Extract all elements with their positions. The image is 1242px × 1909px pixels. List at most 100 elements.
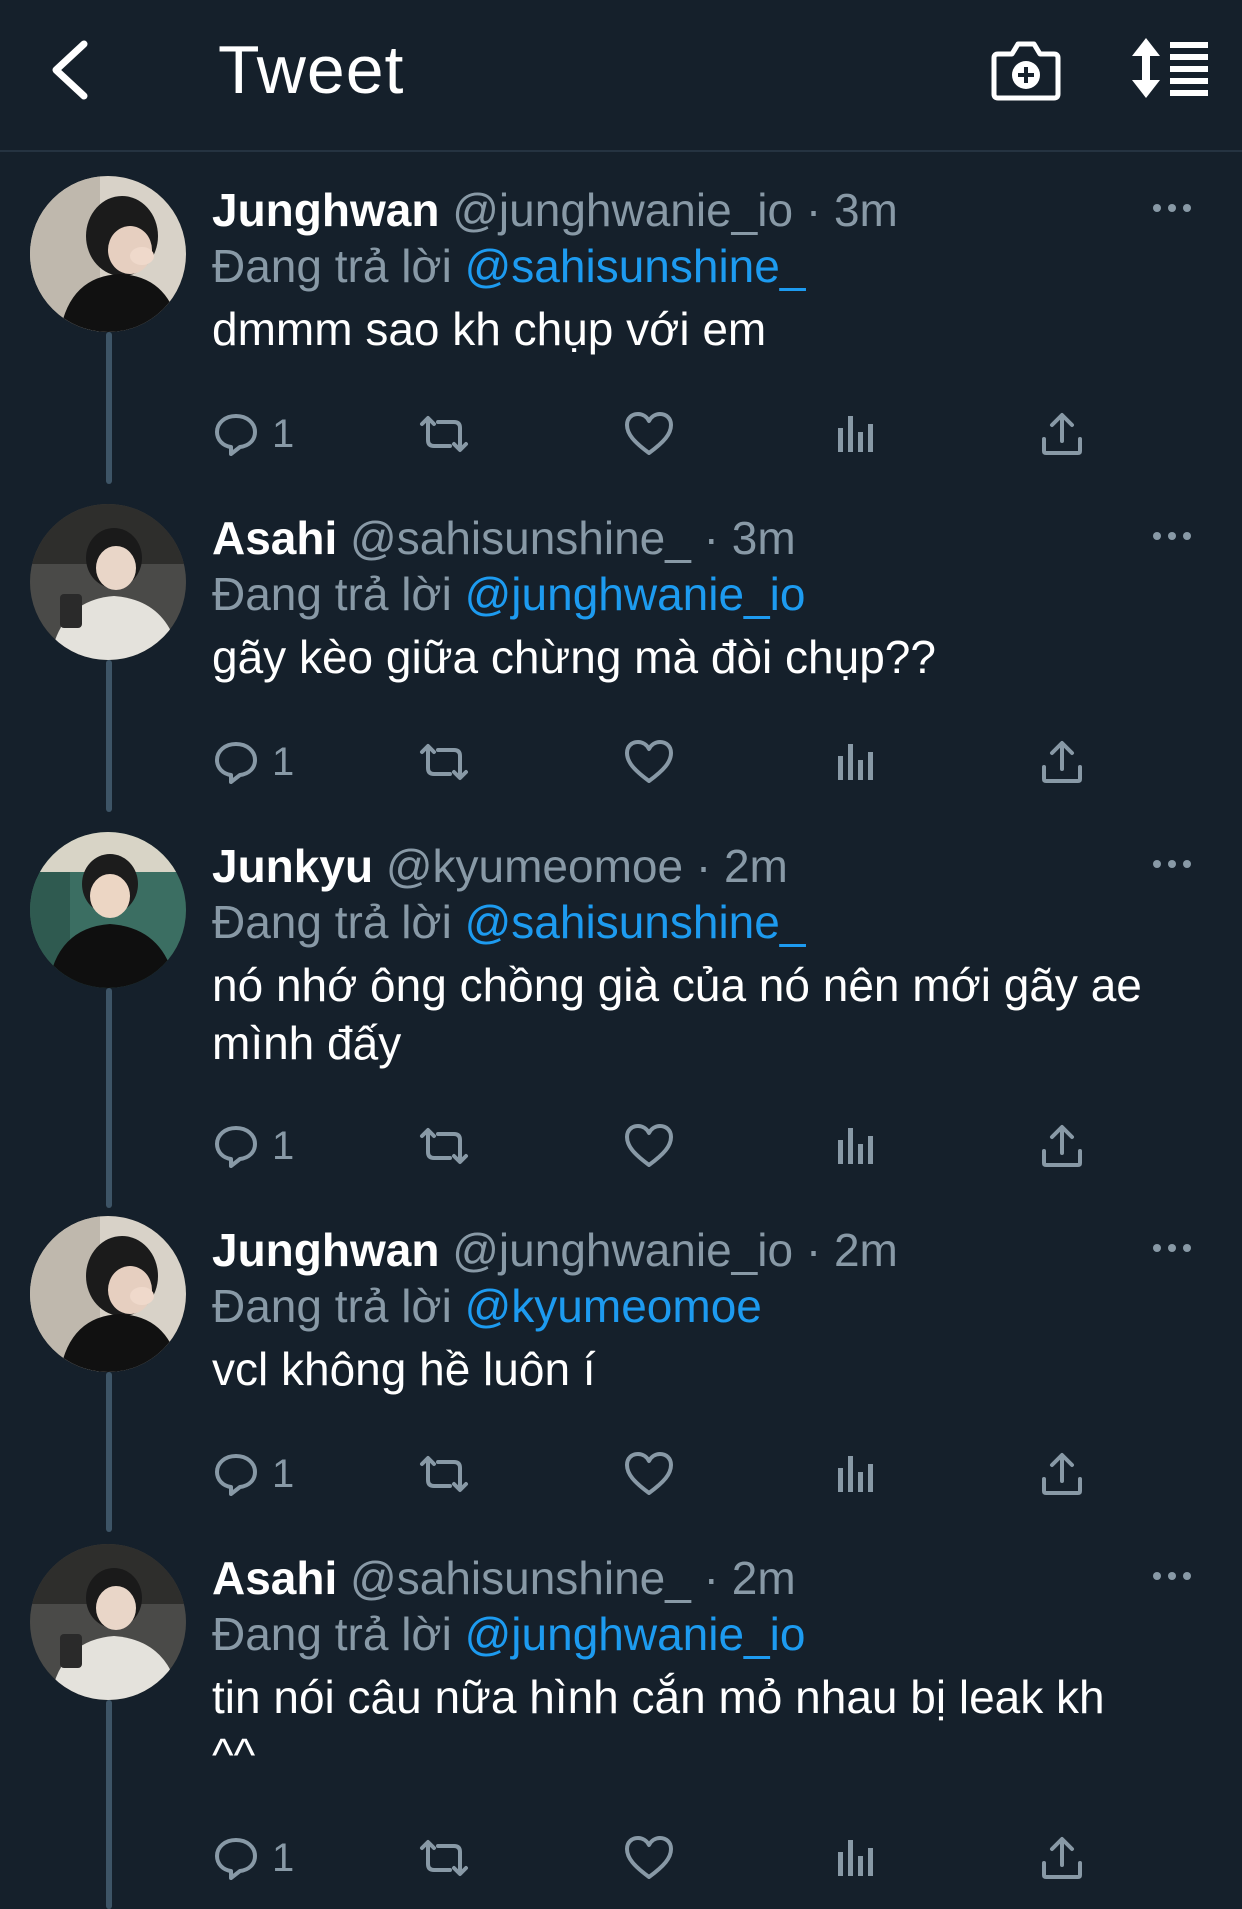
tweet[interactable]: Asahi @sahisunshine_ · 3m Đang trả lời @… [0,480,1242,800]
more-dots-icon [1153,1244,1191,1252]
heart-icon [625,1452,673,1495]
top-bar: Tweet [0,0,1242,152]
mention-link[interactable]: @sahisunshine_ [465,896,806,948]
retweet-icon [420,1840,468,1876]
more-options-button[interactable] [1142,1556,1202,1596]
back-button[interactable] [40,30,100,110]
tweet-text: dmmm sao kh chụp với em [212,300,1212,358]
retweet-button[interactable] [416,1116,472,1176]
avatar[interactable] [30,504,186,660]
share-icon [1042,1125,1082,1167]
tweet-text-line: nó nhớ ông chồng già của nó nên mới gãy … [212,959,1142,1011]
share-button[interactable] [1040,732,1084,792]
heart-icon [625,1836,673,1879]
display-name[interactable]: Asahi [212,1552,337,1604]
more-options-button[interactable] [1142,188,1202,228]
camera-button[interactable] [990,36,1062,102]
tweet-text-line: gãy kèo giữa chừng mà đòi chụp?? [212,631,936,683]
user-handle[interactable]: @kyumeomoe [386,840,683,892]
user-handle[interactable]: @sahisunshine_ [350,1552,691,1604]
separator-dot: · [805,184,822,236]
reply-button[interactable]: 1 [212,404,294,464]
display-name[interactable]: Junghwan [212,184,439,236]
display-name[interactable]: Junghwan [212,1224,439,1276]
heart-icon [625,740,673,783]
analytics-icon [838,1840,873,1876]
tweet-header: Junghwan @junghwanie_io · 2m [212,1222,898,1278]
separator-dot: · [703,1552,719,1604]
display-name[interactable]: Junkyu [212,840,373,892]
replying-to-label: Đang trả lời [212,240,452,292]
display-name[interactable]: Asahi [212,512,337,564]
separator-dot: · [703,512,719,564]
tweet-text: gãy kèo giữa chừng mà đòi chụp?? [212,628,1212,686]
analytics-button[interactable] [834,404,878,464]
reply-icon [215,1838,257,1880]
avatar[interactable] [30,1216,186,1372]
tweet-actions: 1 [212,1444,1112,1504]
more-options-button[interactable] [1142,516,1202,556]
mention-link[interactable]: @kyumeomoe [465,1280,762,1332]
replying-to-label: Đang trả lời [212,896,452,948]
like-button[interactable] [624,1444,674,1504]
reply-thread: Junghwan @junghwanie_io · 3m Đang trả lờ… [0,152,1242,1909]
reply-count: 1 [272,411,295,456]
analytics-button[interactable] [834,1116,878,1176]
mention-link[interactable]: @sahisunshine_ [465,240,806,292]
sort-button[interactable] [1130,36,1210,102]
reply-button[interactable]: 1 [212,732,294,792]
share-button[interactable] [1040,1444,1084,1504]
like-button[interactable] [624,732,674,792]
share-button[interactable] [1040,1828,1084,1888]
retweet-button[interactable] [416,732,472,792]
more-options-button[interactable] [1142,1228,1202,1268]
like-button[interactable] [624,404,674,464]
more-dots-icon [1153,204,1191,212]
avatar[interactable] [30,1544,186,1700]
mention-link[interactable]: @junghwanie_io [465,1608,806,1660]
user-handle[interactable]: @junghwanie_io [452,184,793,236]
avatar[interactable] [30,832,186,988]
tweet-text-line: tin nói câu nữa hình cắn mỏ nhau bị leak… [212,1671,1105,1723]
tweet-text: vcl không hề luôn í [212,1340,1212,1398]
reply-count: 1 [272,1123,295,1168]
tweet[interactable]: Junkyu @kyumeomoe · 2m Đang trả lời @sah… [0,808,1242,1192]
tweet[interactable]: Asahi @sahisunshine_ · 2m Đang trả lời @… [0,1520,1242,1909]
replying-to-label: Đang trả lời [212,1608,452,1660]
analytics-button[interactable] [834,1444,878,1504]
tweet-text-line: vcl không hề luôn í [212,1343,596,1395]
retweet-button[interactable] [416,1828,472,1888]
reply-button[interactable]: 1 [212,1116,294,1176]
tweet-text: nó nhớ ông chồng già của nó nên mới gãy … [212,956,1212,1072]
analytics-button[interactable] [834,1828,878,1888]
tweet-actions: 1 [212,1828,1112,1888]
separator-dot: · [805,1224,822,1276]
analytics-button[interactable] [834,732,878,792]
more-options-button[interactable] [1142,844,1202,884]
like-button[interactable] [624,1828,674,1888]
user-handle[interactable]: @sahisunshine_ [350,512,691,564]
reply-count: 1 [272,1451,295,1496]
share-button[interactable] [1040,1116,1084,1176]
mention-link[interactable]: @junghwanie_io [465,568,806,620]
replying-to: Đang trả lời @junghwanie_io [212,566,805,622]
retweet-button[interactable] [416,1444,472,1504]
tweet[interactable]: Junghwan @junghwanie_io · 3m Đang trả lờ… [0,152,1242,472]
replying-to-label: Đang trả lời [212,568,452,620]
reply-button[interactable]: 1 [212,1828,294,1888]
reply-icon [215,1126,257,1168]
retweet-button[interactable] [416,404,472,464]
reply-icon [215,1454,257,1496]
user-handle[interactable]: @junghwanie_io [452,1224,793,1276]
reply-button[interactable]: 1 [212,1444,294,1504]
separator-dot: · [695,840,712,892]
avatar[interactable] [30,176,186,332]
analytics-icon [838,416,873,452]
replying-to: Đang trả lời @junghwanie_io [212,1606,805,1662]
analytics-icon [838,744,873,780]
tweet[interactable]: Junghwan @junghwanie_io · 2m Đang trả lờ… [0,1192,1242,1520]
tweet-actions: 1 [212,732,1112,792]
share-button[interactable] [1040,404,1084,464]
like-button[interactable] [624,1116,674,1176]
timestamp: 3m [833,184,898,236]
